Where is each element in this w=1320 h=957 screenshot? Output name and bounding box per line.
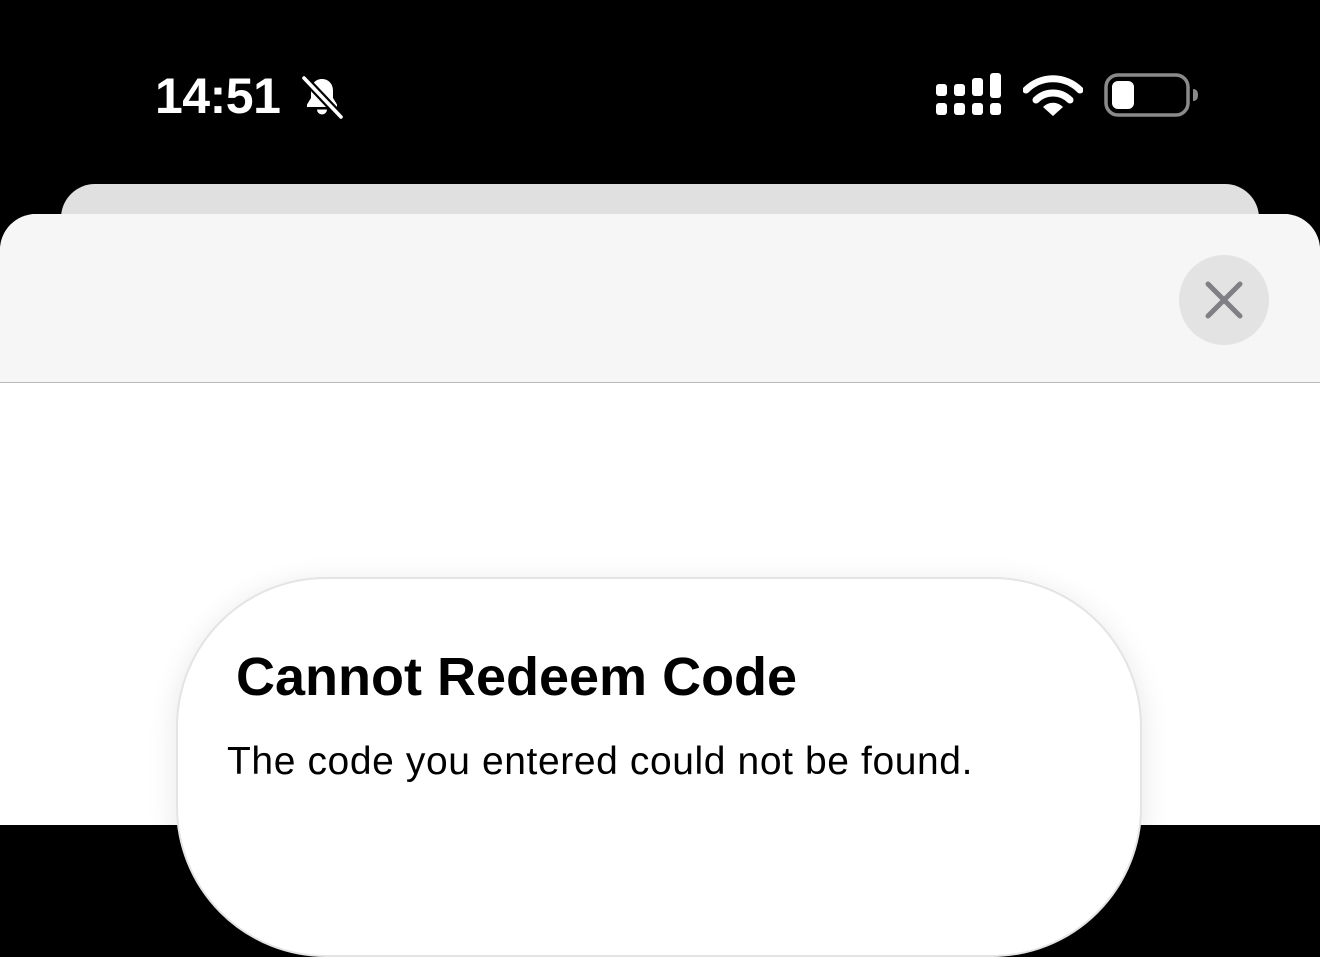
close-button[interactable] (1179, 255, 1269, 345)
battery-icon (1104, 73, 1198, 117)
close-icon (1205, 281, 1243, 319)
sheet-header (0, 214, 1320, 383)
signal-icon (936, 73, 1001, 115)
status-time: 14:51 (155, 68, 281, 124)
alert-title: Cannot Redeem Code (236, 647, 798, 707)
status-bar: 14:51 (0, 0, 1320, 184)
bell-slash-icon (300, 74, 345, 121)
wifi-icon (1023, 75, 1083, 116)
alert-message: The code you entered could not be found. (227, 740, 974, 783)
alert-dialog: Cannot Redeem Code The code you entered … (176, 577, 1142, 957)
